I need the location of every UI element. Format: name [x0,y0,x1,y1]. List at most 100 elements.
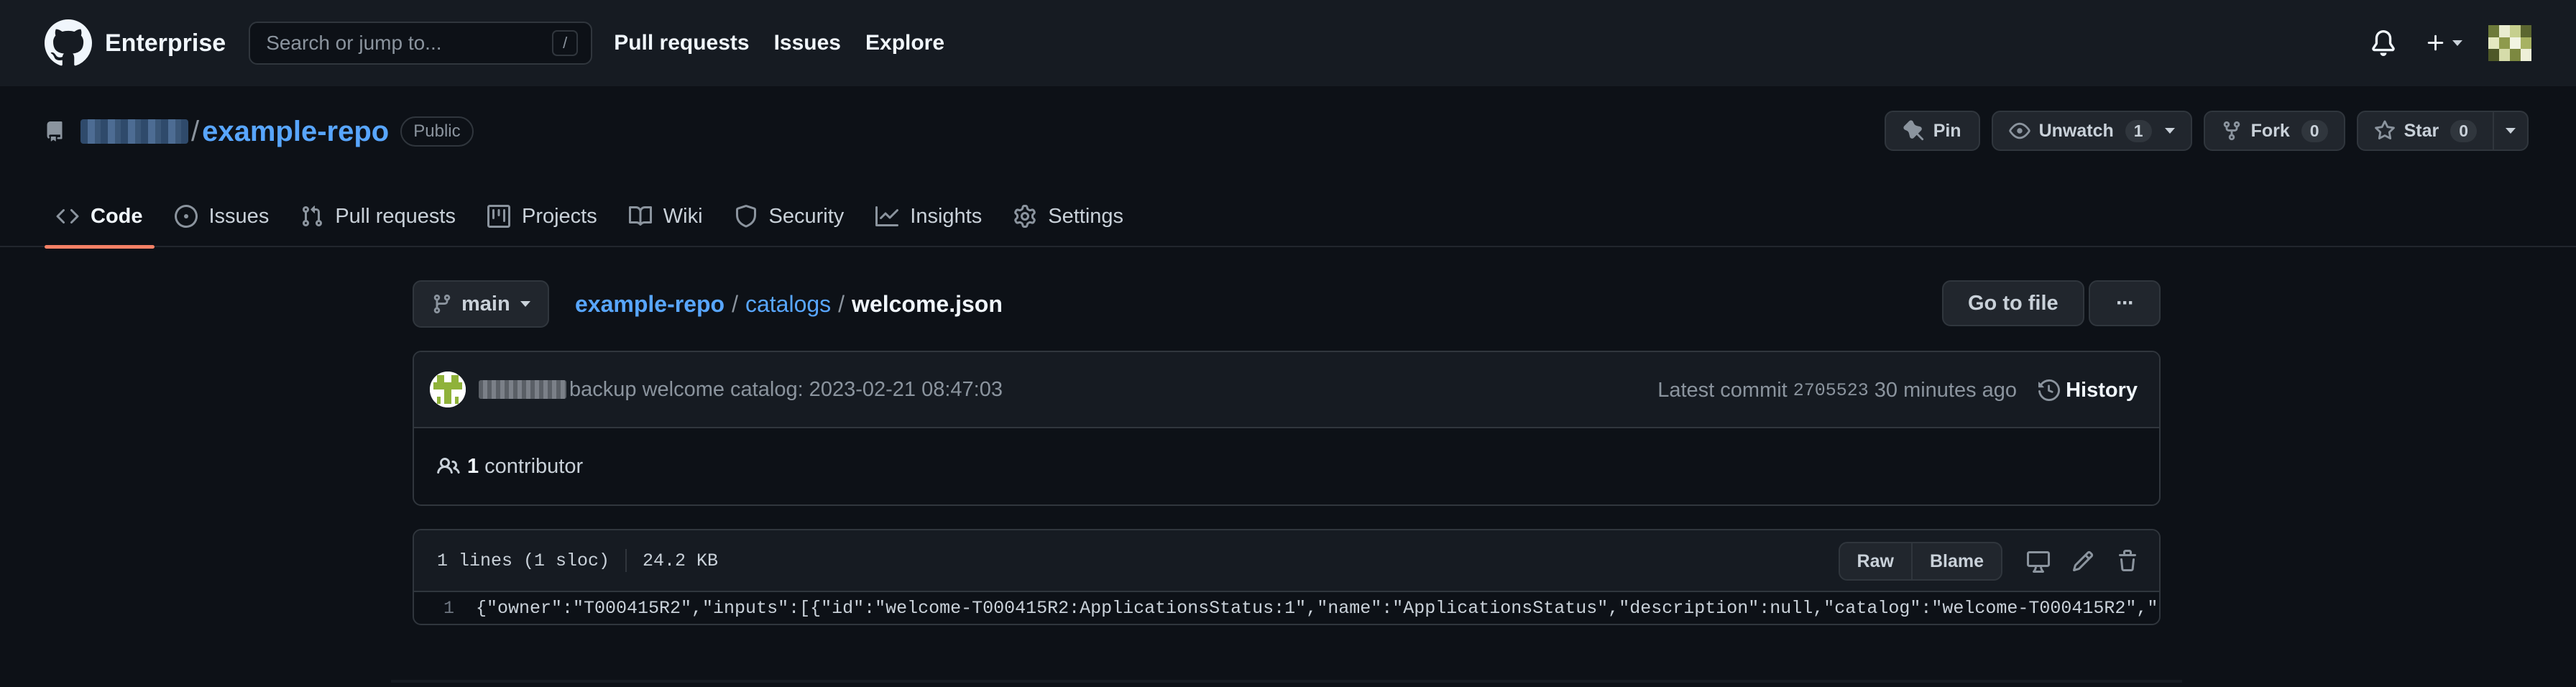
history-link[interactable]: History [2038,379,2138,402]
pencil-icon[interactable] [2071,550,2094,573]
line-content: {"owner":"T000415R2","inputs":[{"id":"we… [476,597,2159,619]
tab-pull-requests[interactable]: Pull requests [289,185,467,247]
breadcrumb: example-repo / catalogs / welcome.json [575,280,1003,328]
breadcrumb-separator: / [732,290,738,317]
tab-label: Issues [208,204,270,228]
commit-sha-link[interactable]: 2705523 [1793,380,1869,401]
breadcrumb-separator: / [838,290,845,317]
repo-name-link[interactable]: example-repo [202,116,389,148]
pin-label: Pin [1933,120,1961,141]
commit-author-link[interactable] [479,380,566,399]
global-header: Enterprise Search or jump to... / Pull r… [0,0,2576,86]
tab-insights[interactable]: Insights [864,185,993,247]
desktop-icon[interactable] [2027,550,2050,573]
raw-button[interactable]: Raw [1838,542,1913,581]
trash-icon[interactable] [2116,550,2139,573]
repo-title: / example-repo Public [45,111,474,152]
code-icon [56,208,79,224]
file-path-bar: main example-repo / catalogs / welcome.j… [413,280,2161,329]
file-actions: Raw Blame [1838,542,2139,581]
repo-actions: Pin Unwatch 1 Fork 0 Star 0 [1884,111,2529,151]
shield-icon [735,205,756,228]
tab-settings[interactable]: Settings [1002,185,1135,247]
path-separator: / [191,115,200,147]
line-number[interactable]: 1 [414,598,476,619]
breadcrumb-dir-link[interactable]: catalogs [745,291,831,318]
tab-label: Security [768,204,845,228]
repo-nav: Code Issues Pull requests Projects Wiki … [0,185,2576,249]
identicon [430,372,466,407]
star-button[interactable]: Star 0 [2356,111,2494,151]
plus-icon [2427,34,2444,51]
tab-label: Wiki [663,204,703,228]
chevron-down-icon [2452,40,2462,46]
line-count: 1 lines (1 sloc) [437,550,610,571]
unwatch-button[interactable]: Unwatch 1 [1991,111,2192,151]
global-nav: Pull requests Issues Explore [614,31,969,55]
commit-summary: backup welcome catalog: 2023-02-21 08:47… [414,352,2159,428]
tab-issues[interactable]: Issues [163,185,281,247]
commit-message-link[interactable]: backup welcome catalog: 2023-02-21 08:47… [569,378,1003,402]
tab-projects[interactable]: Projects [476,185,609,247]
create-new-menu[interactable] [2425,32,2462,54]
contributor-count: 1 [467,454,479,478]
user-avatar[interactable] [2488,25,2531,61]
pin-icon [1903,120,1923,141]
commit-meta: Latest commit 2705523 30 minutes ago His… [1657,352,2138,428]
tab-label: Pull requests [335,204,456,228]
eye-icon [2008,122,2030,139]
branch-select-button[interactable]: main [413,280,549,328]
author-avatar[interactable] [430,372,466,407]
issue-icon [174,205,198,228]
nav-explore[interactable]: Explore [865,31,944,55]
tab-wiki[interactable]: Wiki [617,185,714,247]
fork-icon [2223,121,2240,141]
fork-count: 0 [2301,119,2328,142]
raw-blame-group: Raw Blame [1838,542,2002,581]
people-icon [437,457,460,474]
book-icon [628,206,652,226]
breadcrumb-repo-link[interactable]: example-repo [575,291,724,318]
breadcrumb-filename: welcome.json [852,290,1003,317]
star-list-dropdown[interactable] [2494,111,2529,151]
repo-icon [47,121,63,142]
more-options-button[interactable]: ··· [2089,280,2161,326]
chevron-down-icon [2506,128,2516,134]
github-logo-icon[interactable] [45,19,92,67]
go-to-file-button[interactable]: Go to file [1942,280,2084,326]
fork-label: Fork [2250,120,2290,141]
pin-button[interactable]: Pin [1884,111,1980,151]
search-input[interactable]: Search or jump to... / [249,22,593,65]
file-info-bar: 1 lines (1 sloc) 24.2 KB Raw Blame [414,530,2159,592]
search-placeholder: Search or jump to... [266,32,442,54]
branch-name: main [461,292,510,315]
star-button-group: Star 0 [2356,111,2529,151]
brand-label[interactable]: Enterprise [105,29,226,57]
unwatch-label: Unwatch [2038,120,2114,141]
tab-security[interactable]: Security [723,185,856,247]
project-icon [487,205,510,228]
nav-pull-requests[interactable]: Pull requests [614,31,749,55]
divider [625,549,627,572]
bell-icon[interactable] [2370,30,2396,56]
chevron-down-icon [2164,128,2175,134]
blame-button[interactable]: Blame [1912,542,2002,581]
repo-owner-link[interactable] [80,119,188,144]
tab-label: Settings [1048,204,1124,228]
file-viewer: 1 lines (1 sloc) 24.2 KB Raw Blame 1 {"o… [413,529,2161,625]
watch-count: 1 [2125,119,2152,142]
branch-icon [433,294,451,314]
history-icon [2038,379,2061,401]
tab-label: Code [91,204,143,228]
star-count: 0 [2450,119,2477,142]
tab-code[interactable]: Code [45,185,155,249]
contributors-row[interactable]: 1 contributor [414,428,2159,504]
kebab-horizontal-icon: ··· [2116,291,2135,315]
graph-icon [875,206,899,226]
fork-button[interactable]: Fork 0 [2203,111,2345,151]
chevron-down-icon [520,301,530,307]
file-size: 24.2 KB [643,550,719,571]
tab-label: Insights [910,204,983,228]
nav-issues[interactable]: Issues [774,31,841,55]
footer-divider [391,680,2182,683]
